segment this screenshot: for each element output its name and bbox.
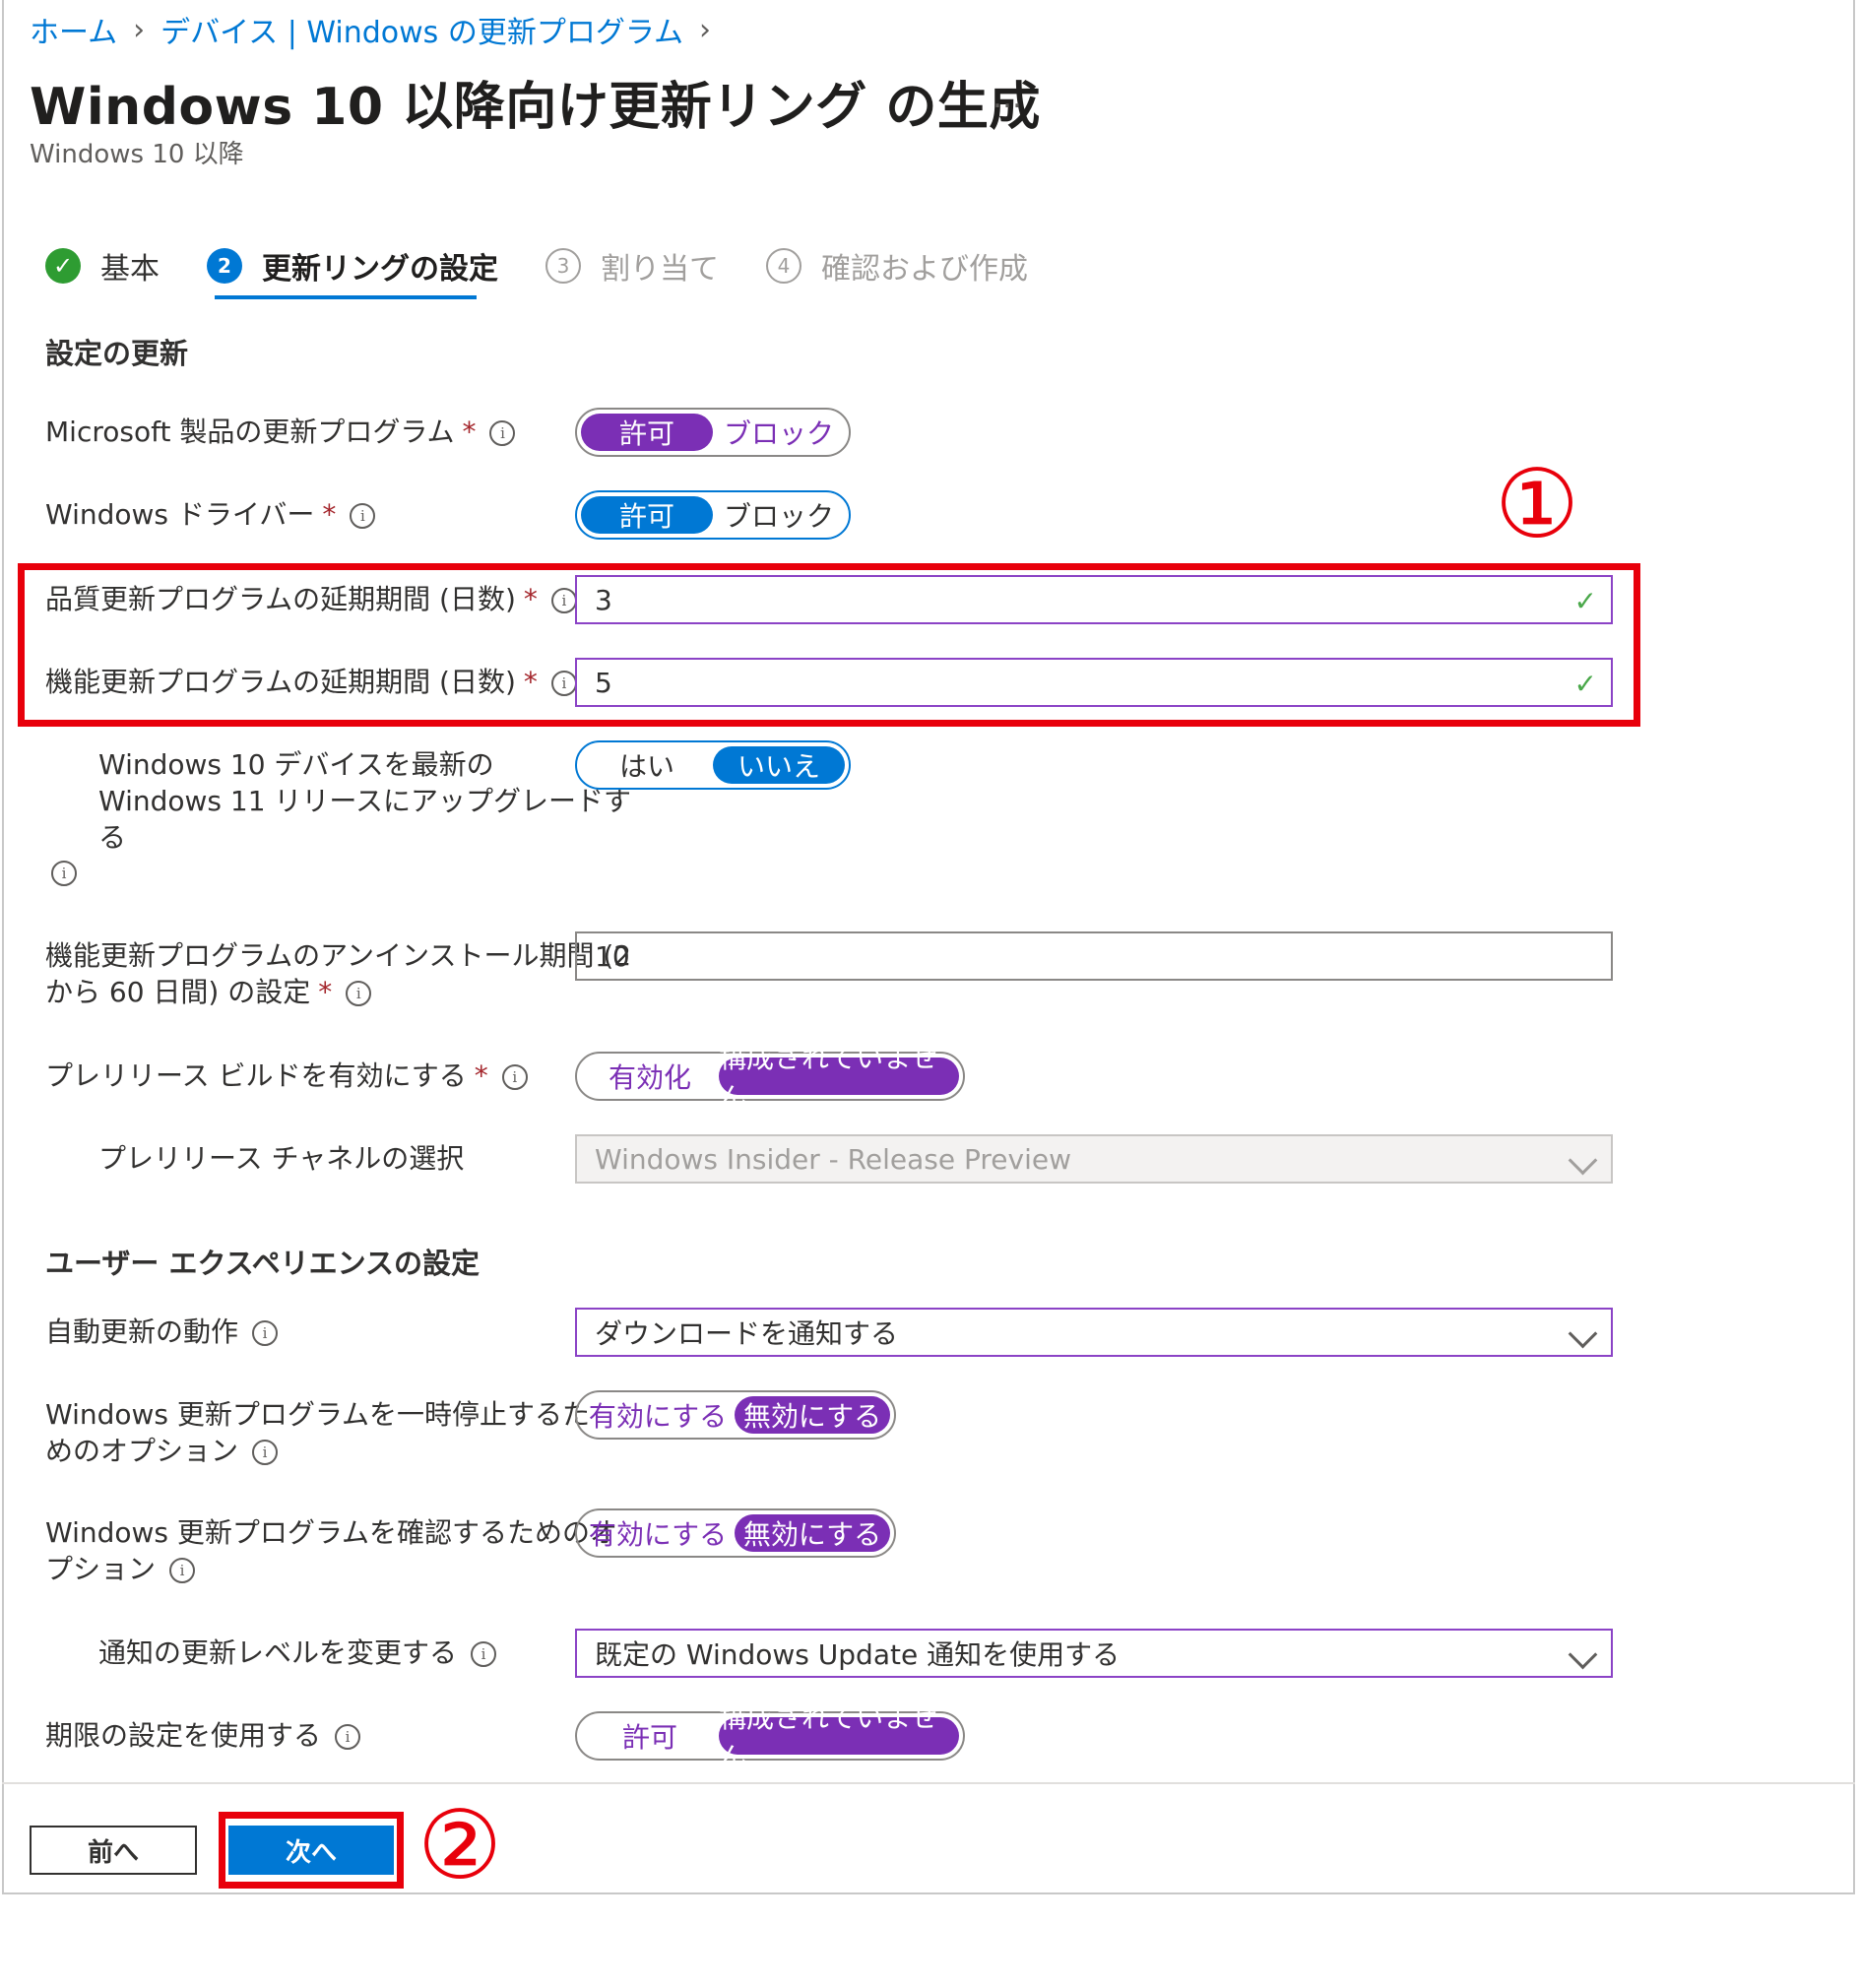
breadcrumb: ホーム › デバイス | Windows の更新プログラム › xyxy=(30,8,727,51)
info-icon[interactable]: i xyxy=(350,503,376,529)
upgrade-win11-toggle[interactable]: はい いいえ xyxy=(575,740,851,790)
uninstall-period-label: 機能更新プログラムのアンインストール期間 (2 から 60 日間) の設定 * i xyxy=(45,939,632,1008)
chevron-right-icon: › xyxy=(133,12,146,47)
step-assignments[interactable]: 3 割り当て xyxy=(545,242,719,289)
notification-level-label: 通知の更新レベルを変更する i xyxy=(98,1635,497,1671)
breadcrumb-home-link[interactable]: ホーム xyxy=(30,8,117,51)
check-option-label: Windows 更新プログラムを確認するためのオ プション i xyxy=(45,1516,618,1585)
notification-level-select[interactable]: 既定の Windows Update 通知を使用する xyxy=(575,1629,1613,1678)
toggle-option-not-configured[interactable]: 構成されていません xyxy=(719,1042,959,1114)
annotation-highlight-box-2 xyxy=(219,1812,404,1889)
deadline-toggle[interactable]: 許可 構成されていません xyxy=(575,1701,965,1773)
info-icon[interactable]: i xyxy=(252,1440,279,1465)
step-number-icon: 2 xyxy=(207,248,242,284)
prerelease-channel-label: プレリリース チャネルの選択 xyxy=(98,1142,465,1175)
required-marker: * xyxy=(318,976,333,1008)
page-subtitle: Windows 10 以降 xyxy=(30,140,244,169)
toggle-option-not-configured[interactable]: 構成されていません xyxy=(719,1701,959,1773)
uninstall-period-input[interactable]: 10 xyxy=(575,931,1613,981)
section-title-update: 設定の更新 xyxy=(45,337,189,370)
info-icon[interactable]: i xyxy=(489,420,516,446)
toggle-option-yes[interactable]: はい xyxy=(581,746,713,784)
info-icon[interactable]: i xyxy=(51,861,77,886)
toggle-option-enable[interactable]: 有効にする xyxy=(581,1514,735,1552)
toggle-option-enable[interactable]: 有効にする xyxy=(581,1396,735,1434)
step-label: 割り当て xyxy=(601,252,719,287)
prerelease-label: プレリリース ビルドを有効にする * i xyxy=(45,1058,528,1094)
toggle-option-block[interactable]: ブロック xyxy=(713,414,845,451)
auto-update-label: 自動更新の動作 i xyxy=(45,1314,279,1350)
deadline-label: 期限の設定を使用する i xyxy=(45,1717,361,1754)
ms-products-toggle[interactable]: 許可 ブロック xyxy=(575,408,851,457)
drivers-label: Windows ドライバー * i xyxy=(45,496,376,533)
ms-products-label: Microsoft 製品の更新プログラム * i xyxy=(45,414,516,450)
pause-option-label: Windows 更新プログラムを一時停止するた めのオプション i xyxy=(45,1398,591,1467)
toggle-option-enable[interactable]: 有効化 xyxy=(581,1058,719,1095)
step-label: 基本 xyxy=(100,252,160,287)
info-icon[interactable]: i xyxy=(335,1724,361,1750)
auto-update-select[interactable]: ダウンロードを通知する xyxy=(575,1308,1613,1357)
annotation-number-2: ② xyxy=(417,1790,503,1900)
info-icon[interactable]: i xyxy=(471,1641,497,1667)
check-option-toggle[interactable]: 有効にする 無効にする xyxy=(575,1508,896,1558)
wizard-steps: ✓ 基本 2 更新リングの設定 3 割り当て 4 確認および作成 xyxy=(45,242,1075,301)
annotation-number-1: ① xyxy=(1495,449,1580,559)
chevron-down-icon xyxy=(1568,1145,1598,1176)
active-step-indicator xyxy=(215,295,477,299)
check-icon: ✓ xyxy=(45,248,81,284)
step-number-icon: 4 xyxy=(766,248,801,284)
annotation-highlight-box-1 xyxy=(18,563,1640,727)
info-icon[interactable]: i xyxy=(169,1558,196,1583)
pause-option-toggle[interactable]: 有効にする 無効にする xyxy=(575,1390,896,1440)
toggle-option-disable[interactable]: 無効にする xyxy=(735,1396,890,1434)
step-basics[interactable]: ✓ 基本 xyxy=(45,242,160,289)
chevron-down-icon xyxy=(1568,1639,1598,1670)
step-label: 確認および作成 xyxy=(821,252,1028,287)
breadcrumb-section-link[interactable]: デバイス | Windows の更新プログラム xyxy=(160,8,683,51)
prerelease-channel-select: Windows Insider - Release Preview xyxy=(575,1134,1613,1184)
footer-divider xyxy=(2,1782,1855,1784)
chevron-right-icon: › xyxy=(698,12,711,47)
toggle-option-allow[interactable]: 許可 xyxy=(581,414,713,451)
section-title-ux: ユーザー エクスペリエンスの設定 xyxy=(45,1247,481,1280)
toggle-option-disable[interactable]: 無効にする xyxy=(735,1514,890,1552)
required-marker: * xyxy=(322,498,337,531)
toggle-option-block[interactable]: ブロック xyxy=(713,496,845,534)
toggle-option-allow[interactable]: 許可 xyxy=(581,496,713,534)
step-update-ring-settings[interactable]: 2 更新リングの設定 xyxy=(207,242,498,289)
toggle-option-allow[interactable]: 許可 xyxy=(581,1717,719,1755)
chevron-down-icon xyxy=(1568,1318,1598,1349)
previous-button[interactable]: 前へ xyxy=(30,1826,197,1875)
prerelease-toggle[interactable]: 有効化 構成されていません xyxy=(575,1042,965,1114)
toggle-option-no[interactable]: いいえ xyxy=(713,746,845,784)
step-review-create[interactable]: 4 確認および作成 xyxy=(766,242,1028,289)
step-number-icon: 3 xyxy=(545,248,581,284)
more-options-icon[interactable]: … xyxy=(993,81,1024,115)
required-marker: * xyxy=(474,1059,488,1092)
upgrade-win11-label: Windows 10 デバイスを最新の Windows 11 リリースにアップグ… xyxy=(98,748,632,854)
info-icon[interactable]: i xyxy=(346,981,372,1006)
info-icon[interactable]: i xyxy=(252,1320,279,1346)
step-label: 更新リングの設定 xyxy=(262,252,498,287)
page-title: Windows 10 以降向け更新リング の生成 xyxy=(30,78,1041,137)
required-marker: * xyxy=(462,416,477,448)
drivers-toggle[interactable]: 許可 ブロック xyxy=(575,490,851,540)
info-icon[interactable]: i xyxy=(501,1064,528,1090)
